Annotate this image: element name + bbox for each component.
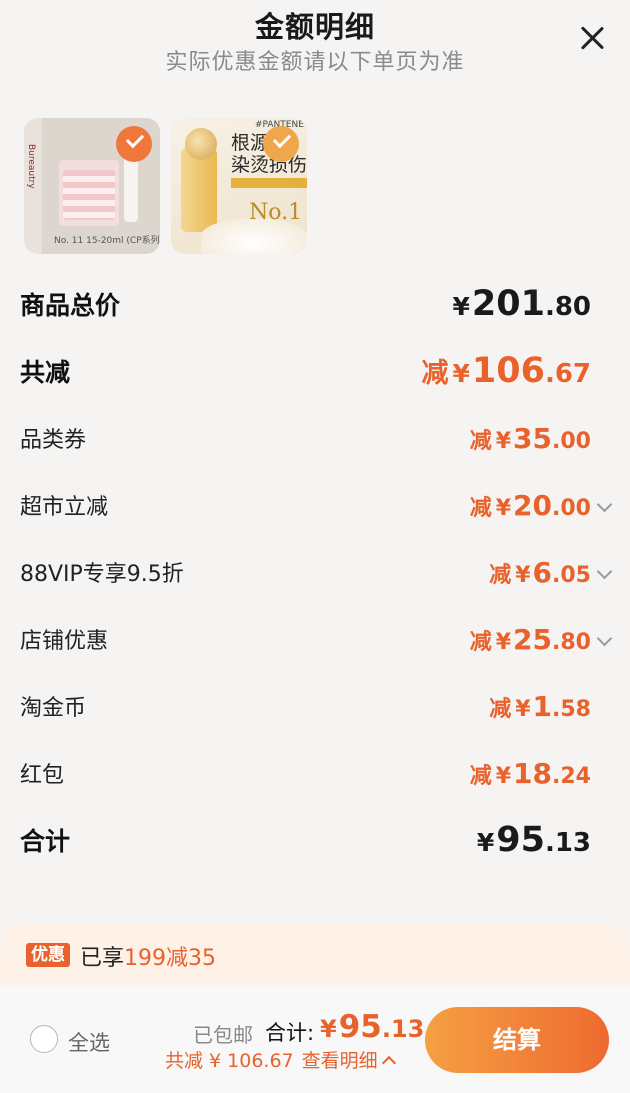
discount-row-supermarket[interactable]: 超市立减 减 ¥ 20 .00 bbox=[20, 475, 613, 535]
bottom-total-label: 合计: bbox=[265, 1021, 315, 1045]
page-subtitle: 实际优惠金额请以下单页为准 bbox=[165, 50, 465, 75]
amount-integer: 201 bbox=[471, 284, 545, 324]
discount-summary-line: 共减 ¥ 106.67 查看明细 bbox=[165, 1046, 396, 1073]
discount-row-taojinbi: 淘金币 减 ¥ 1 .58 bbox=[20, 676, 610, 736]
amount-decimal: .00 bbox=[552, 428, 591, 454]
currency-symbol: ¥ bbox=[452, 359, 470, 388]
amount-decimal: .13 bbox=[381, 1015, 425, 1043]
currency-symbol: ¥ bbox=[320, 1015, 337, 1043]
amount-integer: 20 bbox=[513, 488, 553, 522]
amount-decimal: .00 bbox=[552, 495, 591, 521]
discount-row-red-packet: 红包 减 ¥ 18 .24 bbox=[20, 743, 610, 803]
select-all-label[interactable]: 全选 bbox=[68, 1027, 110, 1057]
amount-decimal: .05 bbox=[552, 562, 591, 588]
select-all-checkbox[interactable] bbox=[30, 1025, 58, 1053]
discount-row-category-coupon: 品类券 减 ¥ 35 .00 bbox=[20, 408, 610, 468]
product-side-text: Bureautry bbox=[26, 144, 36, 189]
promo-text: 已享199减35 bbox=[80, 940, 216, 972]
product-image-strip bbox=[231, 178, 307, 188]
checkout-button[interactable]: 结算 bbox=[425, 1007, 609, 1073]
amount-integer: 1 bbox=[532, 689, 553, 723]
goods-total-amount: ¥ 201 .80 bbox=[452, 284, 610, 324]
chevron-down-icon[interactable] bbox=[596, 630, 613, 646]
discount-amount: 减 ¥ 35 .00 bbox=[470, 422, 610, 455]
currency-symbol: ¥ bbox=[515, 562, 531, 588]
product-caption: No. 11 15-20ml (CP系列) bbox=[54, 236, 160, 246]
total-discount-row: 共减 减 ¥ 106 .67 bbox=[20, 341, 610, 401]
discount-row-88vip[interactable]: 88VIP专享9.5折 减 ¥ 6 .05 bbox=[20, 542, 613, 602]
selected-check-icon[interactable] bbox=[263, 126, 299, 162]
view-detail-link[interactable]: 查看明细 bbox=[302, 1050, 378, 1072]
discount-label: 88VIP专享9.5折 bbox=[20, 562, 184, 587]
discount-label: 品类券 bbox=[20, 428, 87, 453]
currency-symbol: ¥ bbox=[495, 763, 512, 789]
amount-decimal: .67 bbox=[544, 359, 591, 389]
currency-symbol: ¥ bbox=[476, 828, 495, 857]
product-image-bag bbox=[59, 160, 119, 226]
currency-symbol: ¥ bbox=[495, 428, 512, 454]
discount-amount: 减 ¥ 18 .24 bbox=[470, 757, 610, 790]
amount-integer: 35 bbox=[513, 421, 553, 455]
discount-row-store[interactable]: 店铺优惠 减 ¥ 25 .80 bbox=[20, 609, 613, 669]
goods-total-row: 商品总价 ¥ 201 .80 bbox=[20, 274, 610, 334]
close-icon[interactable] bbox=[578, 24, 606, 52]
total-amount: ¥ 95 .13 bbox=[477, 820, 610, 860]
chevron-down-icon[interactable] bbox=[596, 563, 613, 579]
amount-integer: 95 bbox=[496, 820, 545, 860]
product-thumbnail[interactable]: Bureautry No. 11 15-20ml (CP系列) bbox=[24, 118, 160, 254]
promo-badge: 优惠 bbox=[26, 943, 70, 967]
discount-label: 超市立减 bbox=[20, 495, 109, 520]
page-title: 金额明细 bbox=[254, 10, 375, 44]
total-label: 合计 bbox=[20, 827, 71, 856]
discount-prefix: 减 bbox=[469, 629, 492, 655]
amount-decimal: .24 bbox=[552, 763, 591, 789]
selected-check-icon[interactable] bbox=[116, 126, 152, 162]
promo-banner: 优惠 已享199减35 bbox=[0, 923, 630, 993]
discount-amount: 减 ¥ 1 .58 bbox=[489, 690, 610, 723]
chevron-up-icon[interactable] bbox=[381, 1055, 396, 1071]
discount-amount: 减 ¥ 20 .00 bbox=[469, 488, 613, 522]
total-row: 合计 ¥ 95 .13 bbox=[20, 810, 610, 870]
bottom-total-amount: ¥ 95 .13 bbox=[320, 1009, 424, 1045]
promo-prefix: 已享 bbox=[80, 946, 125, 971]
amount-integer: 25 bbox=[513, 622, 553, 656]
discount-amount: 减 ¥ 25 .80 bbox=[469, 622, 613, 656]
chevron-down-icon[interactable] bbox=[596, 496, 613, 512]
amount-integer: 95 bbox=[338, 1009, 382, 1045]
discount-prefix: 减 bbox=[469, 428, 492, 454]
discount-label: 淘金币 bbox=[20, 696, 87, 721]
discount-label: 店铺优惠 bbox=[20, 629, 109, 654]
discount-prefix: 减 bbox=[469, 495, 492, 521]
product-thumbnail[interactable]: #PANTENE 根源 染烫损伤 No.1 bbox=[171, 118, 307, 254]
discount-prefix: 减 bbox=[489, 696, 512, 722]
shipping-status: 已包邮 bbox=[193, 1023, 253, 1047]
product-image-tube bbox=[124, 156, 138, 222]
currency-symbol: ¥ bbox=[495, 629, 512, 655]
checkout-bar: 全选 已包邮 合计: ¥ 95 .13 共减 ¥ 106.67 查看明细 结算 bbox=[0, 985, 630, 1093]
discount-prefix: 减 bbox=[421, 358, 449, 389]
discount-prefix: 减 bbox=[489, 562, 512, 588]
discount-amount: 减 ¥ 6 .05 bbox=[489, 555, 613, 589]
product-badge-text: No.1 bbox=[249, 200, 303, 225]
total-discount-amount: 减 ¥ 106 .67 bbox=[421, 351, 610, 391]
amount-decimal: .58 bbox=[552, 696, 591, 722]
promo-highlight: 199减35 bbox=[124, 946, 217, 971]
bottom-discount-text: 共减 ¥ 106.67 bbox=[165, 1050, 294, 1072]
amount-decimal: .13 bbox=[544, 828, 591, 858]
currency-symbol: ¥ bbox=[515, 696, 531, 722]
header: 金额明细 实际优惠金额请以下单页为准 bbox=[0, 0, 630, 90]
discount-label: 红包 bbox=[20, 763, 65, 788]
product-image-bottle bbox=[181, 148, 217, 232]
amount-integer: 6 bbox=[532, 555, 553, 589]
amount-integer: 18 bbox=[513, 756, 553, 790]
discount-prefix: 减 bbox=[469, 763, 492, 789]
currency-symbol: ¥ bbox=[495, 495, 512, 521]
amount-integer: 106 bbox=[471, 351, 545, 391]
product-image-capsule bbox=[185, 128, 217, 160]
currency-symbol: ¥ bbox=[452, 292, 470, 321]
total-discount-label: 共减 bbox=[20, 358, 71, 387]
amount-decimal: .80 bbox=[552, 629, 591, 655]
amount-decimal: .80 bbox=[544, 292, 591, 322]
goods-total-label: 商品总价 bbox=[20, 291, 121, 320]
